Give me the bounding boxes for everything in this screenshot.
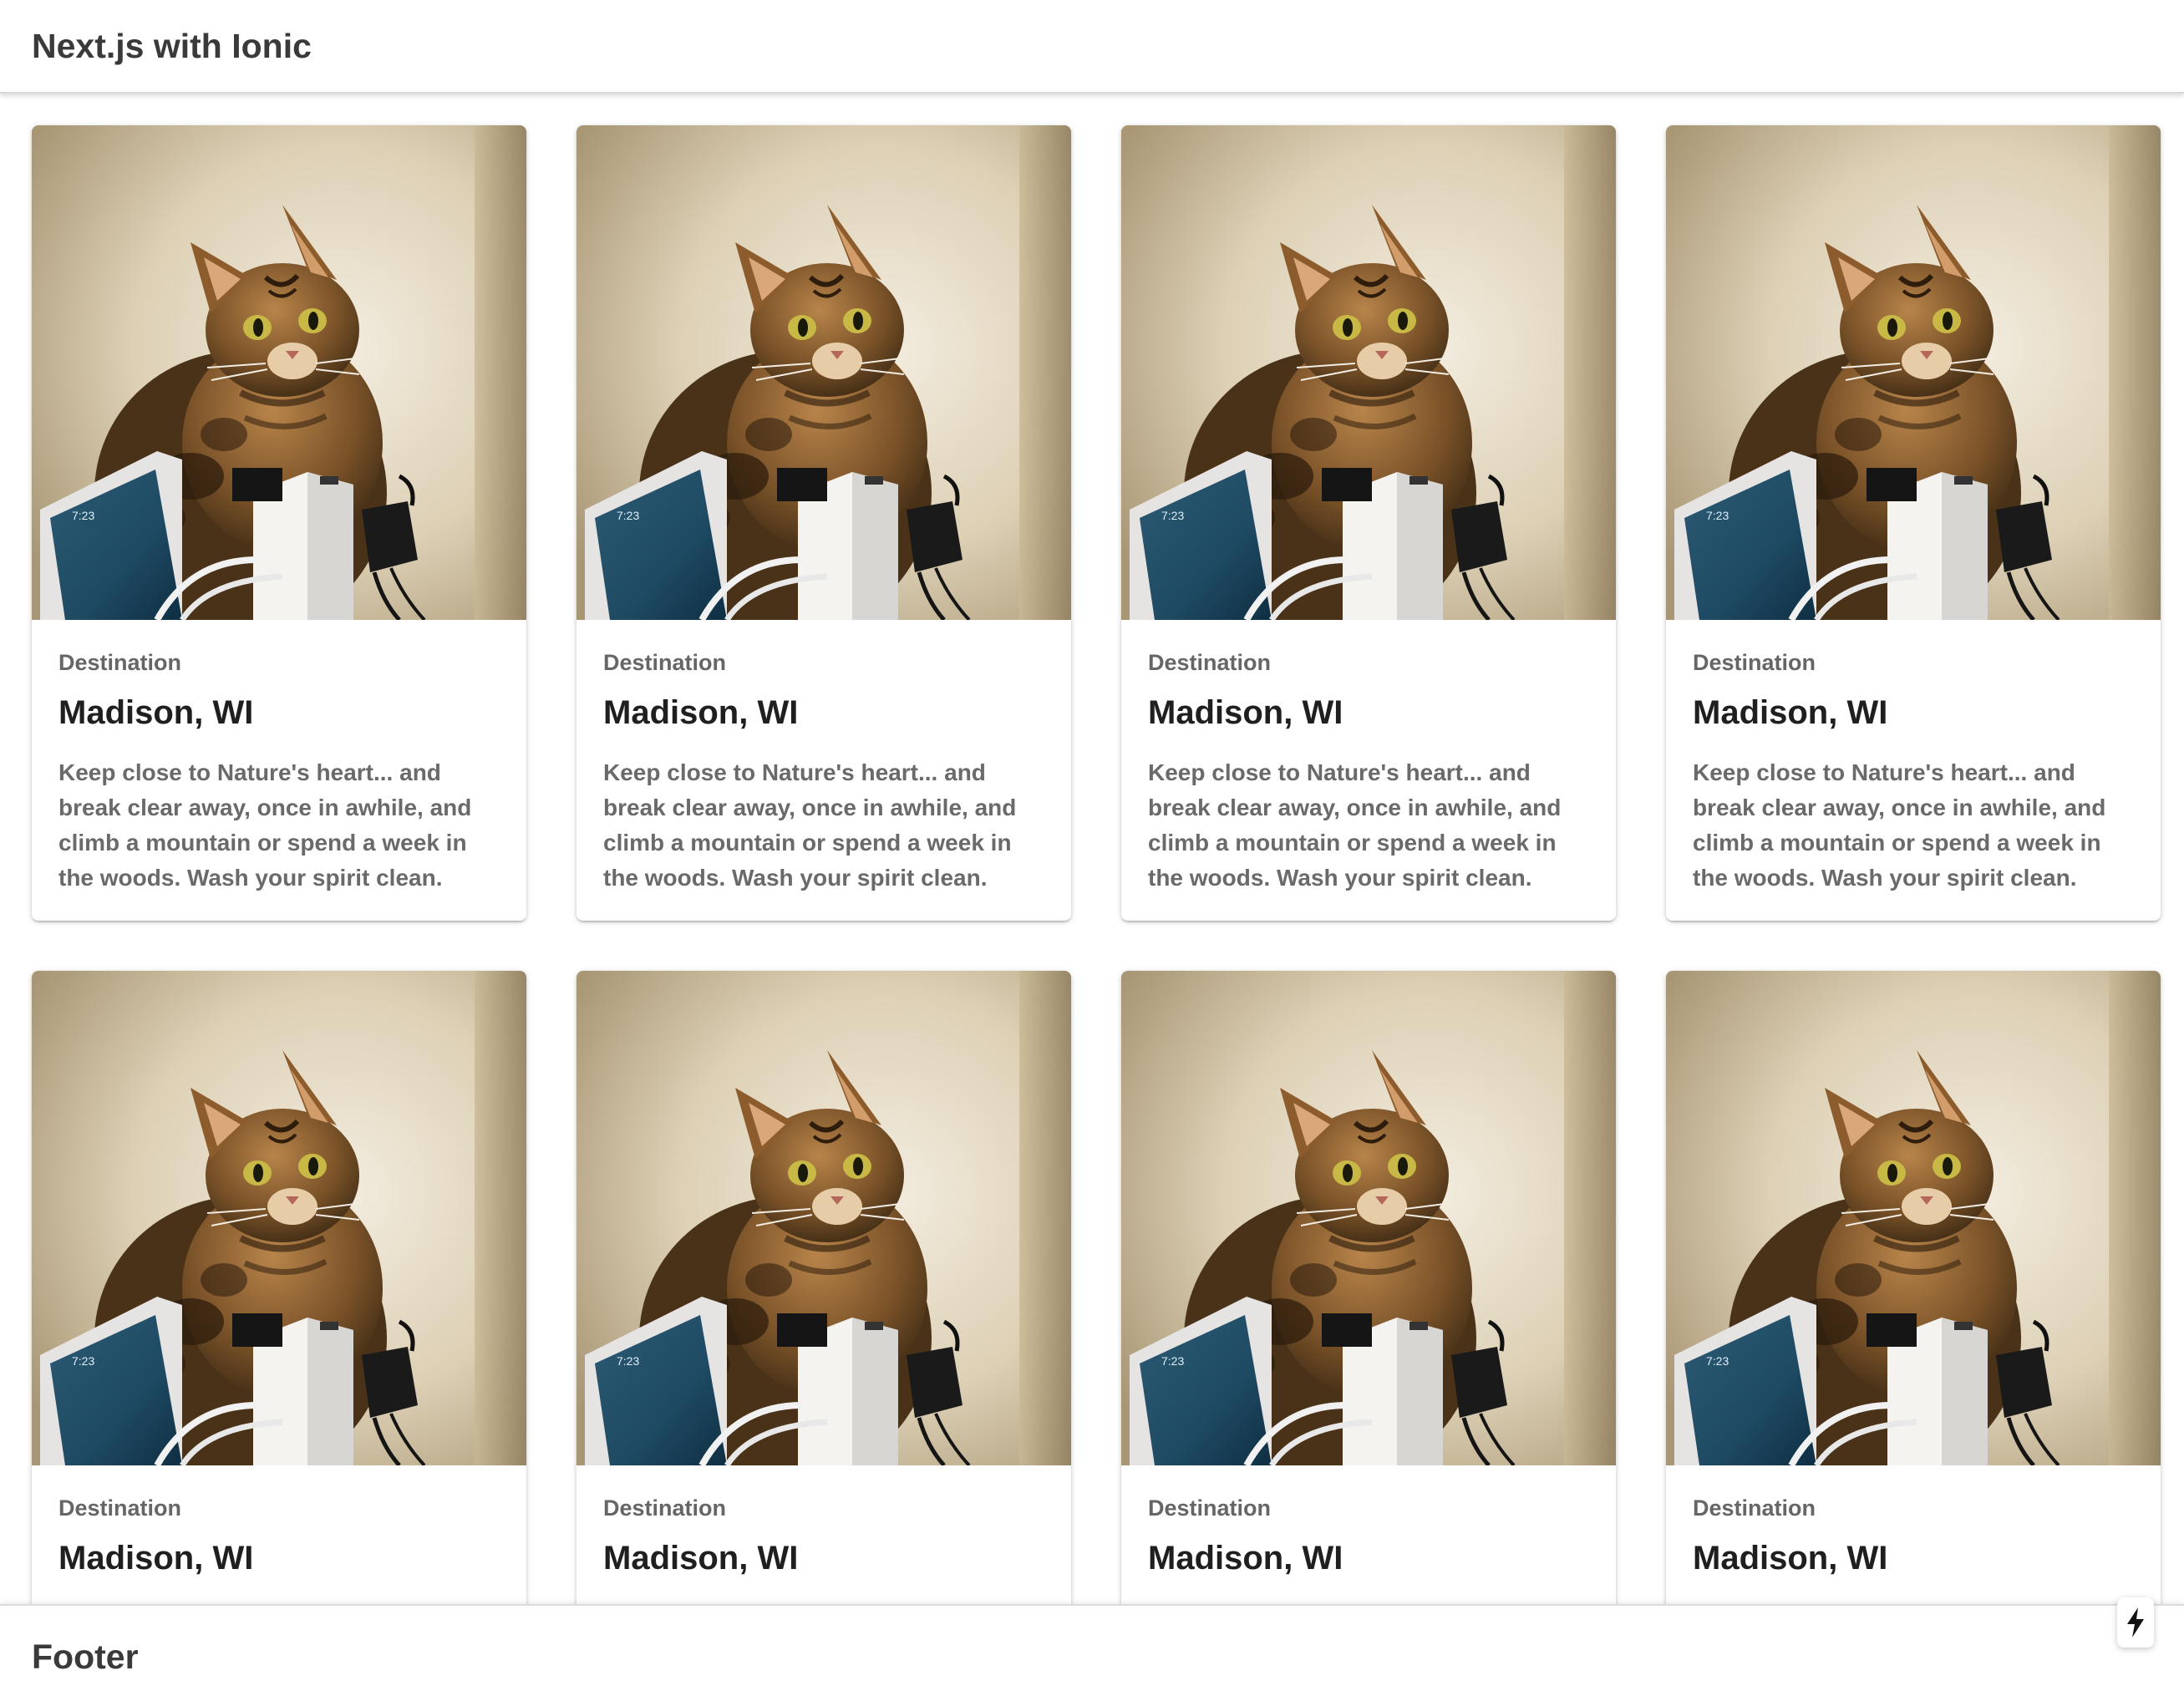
svg-text:7:23: 7:23	[1161, 509, 1184, 522]
cat-photo: 7:23	[32, 971, 526, 1465]
svg-text:7:23: 7:23	[617, 509, 639, 522]
card-title: Madison, WI	[1148, 694, 1343, 731]
card-subtitle: Destination	[603, 1495, 727, 1521]
lightning-bolt-icon[interactable]	[2117, 1597, 2154, 1648]
card-text: Keep close to Nature's heart... and brea…	[58, 759, 472, 891]
card-title: Madison, WI	[603, 1540, 799, 1577]
svg-text:7:23: 7:23	[617, 1354, 639, 1368]
destination-card[interactable]: 7:23 Destination Madison, WI Keep close …	[32, 125, 526, 921]
main-content[interactable]: 7:23 Destination Madison, WI Keep close …	[0, 94, 2184, 1604]
destination-card[interactable]: 7:23 Destination Madison, WI	[1121, 971, 1616, 1604]
destination-card[interactable]: 7:23 Destination Madison, WI Keep close …	[1121, 125, 1616, 921]
card-subtitle: Destination	[1693, 650, 1816, 675]
card-subtitle: Destination	[58, 650, 182, 675]
destination-card[interactable]: 7:23 Destination Madison, WI Keep close …	[576, 125, 1071, 921]
svg-text:7:23: 7:23	[1161, 1354, 1184, 1368]
card-text: Keep close to Nature's heart... and brea…	[1148, 759, 1562, 891]
card-subtitle: Destination	[603, 650, 727, 675]
cat-photo: 7:23	[1666, 125, 2161, 620]
app-footer: Footer	[0, 1604, 2184, 1701]
destination-card[interactable]: 7:23 Destination Madison, WI Keep close …	[1666, 125, 2161, 921]
svg-text:7:23: 7:23	[72, 1354, 94, 1368]
card-title: Madison, WI	[603, 694, 799, 731]
svg-text:7:23: 7:23	[1706, 1354, 1729, 1368]
cat-photo: 7:23	[1121, 971, 1616, 1465]
page-title: Next.js with Ionic	[32, 27, 312, 65]
card-subtitle: Destination	[58, 1495, 182, 1521]
card-text: Keep close to Nature's heart... and brea…	[603, 759, 1017, 891]
lightning-bolt-glyph	[2127, 1607, 2144, 1638]
card-subtitle: Destination	[1693, 1495, 1816, 1521]
svg-text:7:23: 7:23	[72, 509, 94, 522]
destination-card[interactable]: 7:23 Destination Madison, WI	[32, 971, 526, 1604]
cat-photo: 7:23	[1666, 971, 2161, 1465]
cat-photo: 7:23	[576, 971, 1071, 1465]
card-text: Keep close to Nature's heart... and brea…	[1693, 759, 2106, 891]
card-title: Madison, WI	[58, 1540, 254, 1577]
card-grid: 7:23 Destination Madison, WI Keep close …	[32, 125, 2161, 1604]
cat-photo: 7:23	[32, 125, 526, 620]
card-title: Madison, WI	[1693, 1540, 1888, 1577]
card-subtitle: Destination	[1148, 650, 1272, 675]
cat-photo: 7:23	[576, 125, 1071, 620]
app-header: Next.js with Ionic	[0, 0, 2184, 94]
svg-text:7:23: 7:23	[1706, 509, 1729, 522]
card-subtitle: Destination	[1148, 1495, 1272, 1521]
cat-photo: 7:23	[1121, 125, 1616, 620]
card-title: Madison, WI	[58, 694, 254, 731]
destination-card[interactable]: 7:23 Destination Madison, WI	[576, 971, 1071, 1604]
card-title: Madison, WI	[1148, 1540, 1343, 1577]
footer-title: Footer	[32, 1638, 139, 1676]
card-title: Madison, WI	[1693, 694, 1888, 731]
destination-card[interactable]: 7:23 Destination Madison, WI	[1666, 971, 2161, 1604]
